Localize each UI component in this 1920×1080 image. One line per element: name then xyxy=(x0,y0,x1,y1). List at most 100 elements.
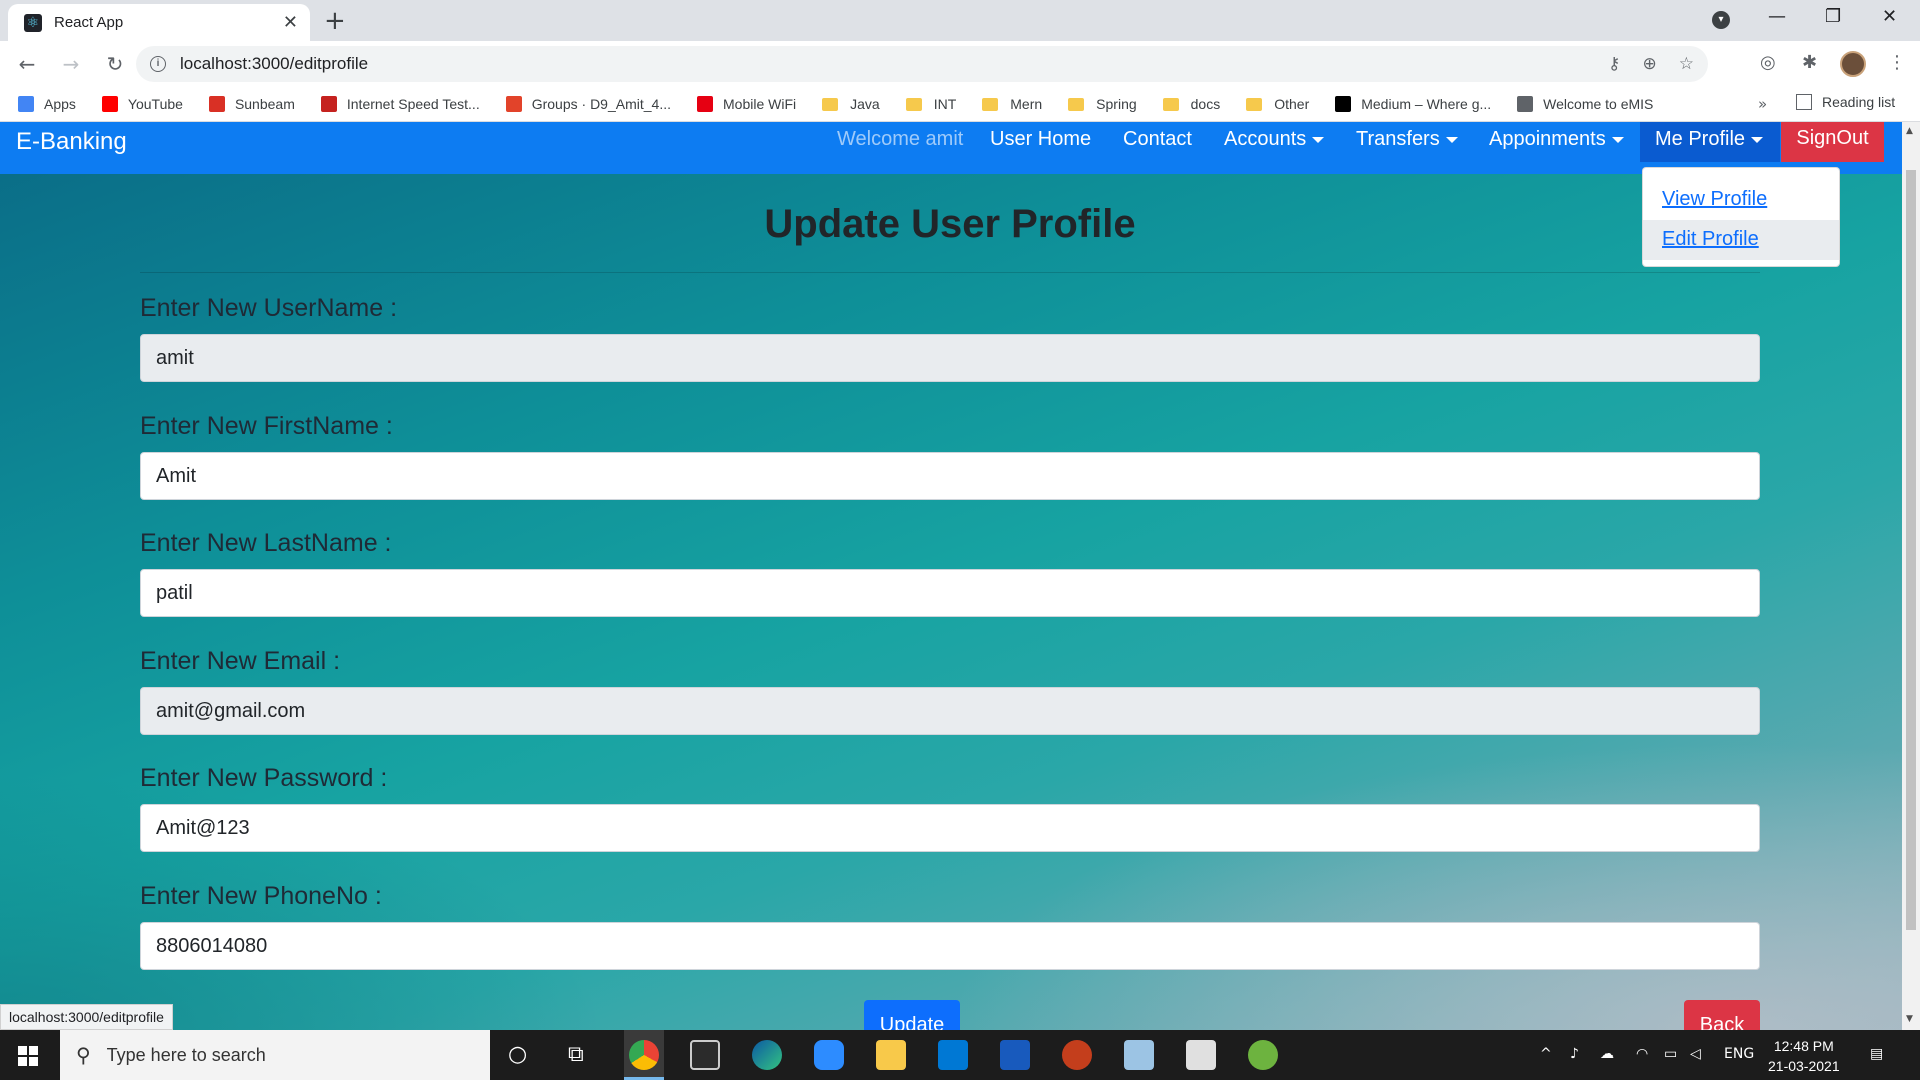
page-scrollbar[interactable]: ▲ ▼ xyxy=(1902,122,1920,1030)
wifi-icon[interactable]: ◠ xyxy=(1636,1046,1648,1062)
bookmark-item[interactable]: Mern xyxy=(982,96,1042,112)
bookmark-item[interactable]: Sunbeam xyxy=(208,96,295,112)
microphone-icon[interactable]: ♪ xyxy=(1570,1046,1579,1062)
bookmark-label: Java xyxy=(850,96,880,112)
nav-transfers[interactable]: Transfers xyxy=(1356,128,1458,151)
bookmark-label: Medium – Where g... xyxy=(1361,96,1492,112)
signout-button[interactable]: SignOut xyxy=(1781,122,1884,162)
word-app-icon[interactable] xyxy=(1000,1040,1030,1070)
url-text[interactable]: localhost:3000/editprofile xyxy=(180,54,1586,74)
bookmark-item[interactable]: Internet Speed Test... xyxy=(320,96,480,112)
file-explorer-icon[interactable] xyxy=(876,1040,906,1070)
photos-app-icon[interactable] xyxy=(1186,1040,1216,1070)
notes-app-icon[interactable] xyxy=(1124,1040,1154,1070)
nav-accounts[interactable]: Accounts xyxy=(1224,128,1325,151)
bookmarks-bar: Apps YouTube Sunbeam Internet Speed Test...… xyxy=(0,87,1920,122)
cloud-icon[interactable]: ☁ xyxy=(1600,1046,1614,1062)
page-viewport: E-Banking Welcome amit User Home Contact… xyxy=(0,122,1902,1030)
bookmark-label: Groups · D9_Amit_4... xyxy=(531,96,671,112)
terminal-app-icon[interactable] xyxy=(690,1040,720,1070)
username-field[interactable] xyxy=(140,334,1760,382)
browser-tab[interactable]: ⚛ React App ✕ xyxy=(8,4,310,41)
forward-arrow-icon[interactable]: → xyxy=(54,52,88,76)
tab-search-icon[interactable]: ▾ xyxy=(1712,11,1730,29)
menu-kebab-icon[interactable]: ⋮ xyxy=(1888,52,1906,73)
firstname-field[interactable] xyxy=(140,452,1760,500)
edge-app-icon[interactable] xyxy=(752,1040,782,1070)
vscode-app-icon[interactable] xyxy=(938,1040,968,1070)
nav-me-profile[interactable]: Me Profile xyxy=(1655,128,1764,151)
back-arrow-icon[interactable]: ← xyxy=(10,52,44,76)
bookmark-item[interactable]: Medium – Where g... xyxy=(1335,96,1491,112)
bookmark-item[interactable]: Spring xyxy=(1068,96,1137,112)
caret-down-icon xyxy=(1611,136,1624,143)
site-info-icon[interactable]: i xyxy=(150,56,166,72)
reload-icon[interactable]: ↻ xyxy=(98,52,132,76)
bookmark-favicon-icon xyxy=(1335,96,1352,112)
search-icon: ⚲ xyxy=(76,1043,91,1067)
profile-avatar[interactable] xyxy=(1840,51,1866,77)
close-tab-icon[interactable]: ✕ xyxy=(283,12,298,33)
task-view-icon[interactable]: ⧉ xyxy=(568,1042,584,1067)
bookmark-item[interactable]: Mobile WiFi xyxy=(697,96,796,112)
scroll-thumb[interactable] xyxy=(1906,170,1916,930)
lastname-field[interactable] xyxy=(140,569,1760,617)
bookmark-item[interactable]: INT xyxy=(905,96,956,112)
brand-logo[interactable]: E-Banking xyxy=(16,128,127,156)
extensions-puzzle-icon[interactable]: ✱ xyxy=(1802,52,1817,73)
caret-down-icon xyxy=(1751,136,1764,143)
more-bookmarks-icon[interactable]: » xyxy=(1758,95,1767,113)
key-icon[interactable]: ⚷ xyxy=(1608,54,1620,74)
notifications-icon[interactable]: ▤ xyxy=(1870,1046,1883,1062)
windows-start-icon[interactable] xyxy=(18,1046,38,1066)
scroll-down-icon[interactable]: ▼ xyxy=(1906,1014,1913,1024)
bookmark-item[interactable]: Groups · D9_Amit_4... xyxy=(505,96,671,112)
scroll-up-icon[interactable]: ▲ xyxy=(1906,126,1913,136)
page-title: Update User Profile xyxy=(764,202,1136,246)
nav-user-home[interactable]: User Home xyxy=(990,128,1091,151)
volume-icon[interactable]: ◁ xyxy=(1690,1046,1701,1062)
address-bar[interactable]: i localhost:3000/editprofile ⚷ ⊕ ☆ xyxy=(136,46,1708,82)
browser-tab-strip: ⚛ React App ✕ + ▾ — ❐ ✕ xyxy=(0,0,1920,41)
password-field[interactable] xyxy=(140,804,1760,852)
zoom-icon[interactable]: ⊕ xyxy=(1643,54,1657,74)
bookmark-star-icon[interactable]: ☆ xyxy=(1679,54,1694,74)
folder-icon xyxy=(905,97,922,111)
battery-icon[interactable]: ▭ xyxy=(1664,1046,1677,1062)
folder-icon xyxy=(1246,97,1263,111)
chrome-app-icon[interactable] xyxy=(629,1040,659,1070)
new-tab-button[interactable]: + xyxy=(324,6,346,36)
taskbar-search-box[interactable]: ⚲ Type here to search xyxy=(60,1030,490,1080)
language-indicator[interactable]: ENG xyxy=(1724,1046,1754,1062)
nav-appointments[interactable]: Appoinments xyxy=(1489,128,1624,151)
bookmark-label: Apps xyxy=(44,96,76,112)
bookmark-item[interactable]: YouTube xyxy=(101,96,183,112)
spring-app-icon[interactable] xyxy=(1248,1040,1278,1070)
update-button[interactable]: Update xyxy=(864,1000,960,1030)
phone-field[interactable] xyxy=(140,922,1760,970)
email-field[interactable] xyxy=(140,687,1760,735)
email-label: Enter New Email : xyxy=(140,647,341,675)
bookmark-favicon-icon xyxy=(320,96,337,112)
powerpoint-app-icon[interactable] xyxy=(1062,1040,1092,1070)
extension-circle-icon[interactable]: ◎ xyxy=(1760,52,1776,73)
close-window-icon[interactable]: ✕ xyxy=(1882,6,1897,27)
reading-list-button[interactable]: Reading list xyxy=(1796,94,1895,110)
zoom-app-icon[interactable] xyxy=(814,1040,844,1070)
bookmark-item[interactable]: Apps xyxy=(18,96,76,112)
folder-icon xyxy=(822,97,839,111)
folder-icon xyxy=(982,97,999,111)
restore-icon[interactable]: ❐ xyxy=(1825,6,1841,27)
back-button[interactable]: Back xyxy=(1684,1000,1760,1030)
bookmark-item[interactable]: Other xyxy=(1246,96,1309,112)
minimize-icon[interactable]: — xyxy=(1768,6,1786,27)
firstname-label: Enter New FirstName : xyxy=(140,412,393,440)
reading-list-label: Reading list xyxy=(1822,94,1896,110)
tray-chevron-icon[interactable]: ^ xyxy=(1540,1046,1552,1062)
bookmark-item[interactable]: Java xyxy=(822,96,880,112)
nav-contact[interactable]: Contact xyxy=(1123,128,1192,151)
bookmark-item[interactable]: docs xyxy=(1162,96,1220,112)
cortana-icon[interactable]: ○ xyxy=(508,1042,527,1067)
bookmark-item[interactable]: Welcome to eMIS xyxy=(1517,96,1653,112)
taskbar-clock[interactable]: 12:48 PM 21-03-2021 xyxy=(1768,1036,1840,1076)
